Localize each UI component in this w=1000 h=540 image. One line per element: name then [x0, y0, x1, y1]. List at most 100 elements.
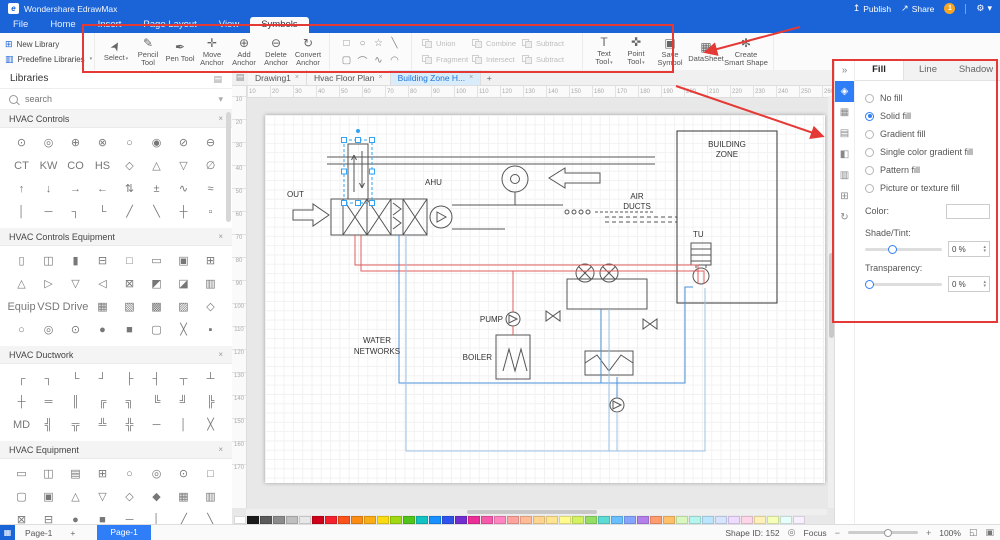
color-swatch[interactable] — [468, 516, 480, 524]
color-swatch[interactable] — [741, 516, 753, 524]
library-symbol[interactable]: ◫ — [35, 462, 62, 485]
section-header[interactable]: HVAC Ductwork × — [0, 346, 232, 364]
color-swatch[interactable] — [429, 516, 441, 524]
library-symbol[interactable]: ╱ — [170, 508, 197, 525]
library-symbol[interactable]: │ — [8, 200, 35, 223]
add-document-button[interactable]: + — [481, 70, 497, 85]
color-swatch[interactable] — [325, 516, 337, 524]
library-symbol[interactable]: ◇ — [116, 485, 143, 508]
boolean-op-button[interactable]: Subtract — [522, 52, 572, 68]
library-symbol[interactable]: ╗ — [116, 390, 143, 413]
color-swatch[interactable] — [390, 516, 402, 524]
library-symbol[interactable]: CO — [62, 154, 89, 177]
component-icon[interactable]: ▦ — [835, 102, 854, 123]
fill-style-icon[interactable]: ◈ — [835, 81, 854, 102]
library-symbol[interactable]: Equip — [8, 295, 35, 318]
library-symbol[interactable]: ▧ — [116, 295, 143, 318]
close-icon[interactable]: × — [295, 74, 299, 81]
library-symbol[interactable]: ▣ — [170, 249, 197, 272]
library-symbol[interactable]: ┌ — [8, 367, 35, 390]
transparency-slider[interactable] — [865, 279, 942, 289]
library-symbol[interactable]: ╩ — [89, 413, 116, 436]
library-symbol[interactable]: ┐ — [62, 200, 89, 223]
shape-tool-button[interactable]: ○ — [355, 35, 370, 51]
library-symbol[interactable]: ○ — [116, 131, 143, 154]
library-symbol[interactable]: │ — [170, 413, 197, 436]
library-symbol[interactable]: ○ — [116, 462, 143, 485]
user-avatar[interactable]: 1 — [944, 3, 956, 14]
library-symbol[interactable]: ← — [89, 177, 116, 200]
library-symbol[interactable]: ╲ — [197, 508, 224, 525]
color-swatch[interactable] — [611, 516, 623, 524]
library-symbol[interactable]: ± — [143, 177, 170, 200]
library-symbol[interactable]: ┤ — [143, 367, 170, 390]
color-swatch[interactable] — [533, 516, 545, 524]
library-symbol[interactable]: ┼ — [170, 200, 197, 223]
color-swatch[interactable] — [559, 516, 571, 524]
layer-icon[interactable]: ◧ — [835, 144, 854, 165]
predefine-libraries-button[interactable]: ▥ Predefine Libraries ▾ — [5, 54, 92, 65]
library-symbol[interactable]: ─ — [143, 413, 170, 436]
color-swatch[interactable] — [377, 516, 389, 524]
color-swatch[interactable] — [767, 516, 779, 524]
page-list-label[interactable]: Page-1 — [15, 528, 62, 538]
menu-insert[interactable]: Insert — [87, 17, 133, 33]
option-no-fill[interactable]: No fill — [865, 89, 990, 107]
library-symbol[interactable]: ⊟ — [89, 249, 116, 272]
library-symbol[interactable]: ● — [89, 318, 116, 341]
library-symbol[interactable]: ▦ — [89, 295, 116, 318]
library-symbol[interactable]: ▮ — [62, 249, 89, 272]
library-symbol[interactable]: ⊗ — [89, 131, 116, 154]
library-symbol[interactable]: ╔ — [89, 390, 116, 413]
home-button[interactable]: ▦ — [0, 525, 15, 540]
library-symbol[interactable]: ─ — [35, 200, 62, 223]
fit-page-icon[interactable]: ◱ — [969, 527, 978, 538]
delete-anchor-button[interactable]: ⊖ Delete Anchor — [260, 36, 292, 67]
create-smart-shape-button[interactable]: ✻ Create Smart Shape — [724, 36, 768, 67]
pages-menu-icon[interactable]: ▤ — [232, 70, 248, 85]
library-symbol[interactable]: ↑ — [8, 177, 35, 200]
pen-tool-button[interactable]: ✒ Pen Tool — [164, 40, 196, 63]
share-button[interactable]: ↗ Share — [901, 3, 934, 14]
stepper-arrows-icon[interactable]: ▴ ▾ — [983, 280, 986, 289]
shape-tool-button[interactable]: □ — [339, 35, 354, 51]
library-symbol[interactable]: MD — [8, 413, 35, 436]
tab-line[interactable]: Line — [904, 60, 952, 80]
color-swatch[interactable] — [273, 516, 285, 524]
color-swatch[interactable] — [624, 516, 636, 524]
color-swatch[interactable] — [728, 516, 740, 524]
library-symbol[interactable]: ◎ — [35, 131, 62, 154]
library-symbol[interactable]: ■ — [89, 508, 116, 526]
color-swatch[interactable] — [312, 516, 324, 524]
library-symbol[interactable]: ⊟ — [35, 508, 62, 525]
section-header[interactable]: HVAC Controls Equipment × — [0, 228, 232, 246]
library-symbol[interactable]: ┴ — [197, 367, 224, 390]
close-icon[interactable]: × — [378, 74, 382, 81]
drawing-page[interactable]: OUT AHU AIR DUCTS BUILDING ZONE TU PUMP … — [265, 115, 825, 483]
shape-tool-button[interactable]: ╲ — [387, 35, 402, 51]
color-swatch[interactable] — [793, 516, 805, 524]
color-swatch[interactable] — [351, 516, 363, 524]
library-symbol[interactable]: ┐ — [35, 367, 62, 390]
option-solid-fill[interactable]: Solid fill — [865, 107, 990, 125]
color-swatch[interactable] — [481, 516, 493, 524]
color-swatch[interactable] — [780, 516, 792, 524]
library-symbol[interactable]: ◇ — [197, 295, 224, 318]
document-tab-active[interactable]: Building Zone H... × — [390, 70, 482, 85]
library-symbol[interactable]: │ — [143, 508, 170, 526]
select-tool-button[interactable]: ➤ Select▾ — [100, 39, 132, 62]
library-symbol[interactable]: ◇ — [116, 154, 143, 177]
library-symbol[interactable]: ┘ — [89, 367, 116, 390]
zoom-in-button[interactable]: + — [926, 528, 931, 538]
library-symbol[interactable]: ● — [62, 508, 89, 526]
color-swatch[interactable] — [702, 516, 714, 524]
library-symbol[interactable]: → — [62, 177, 89, 200]
shape-tool-button[interactable]: ◠ — [387, 52, 402, 68]
add-anchor-button[interactable]: ⊕ Add Anchor — [228, 36, 260, 67]
fill-color-swatch[interactable] — [946, 203, 990, 219]
library-symbol[interactable]: ╦ — [62, 413, 89, 436]
point-tool-button[interactable]: ✜ Point Tool▾ — [620, 36, 652, 66]
fullscreen-icon[interactable]: ▣ — [985, 527, 994, 538]
publish-button[interactable]: ↥ Publish — [853, 3, 891, 14]
library-symbol[interactable]: Drive — [62, 295, 89, 318]
